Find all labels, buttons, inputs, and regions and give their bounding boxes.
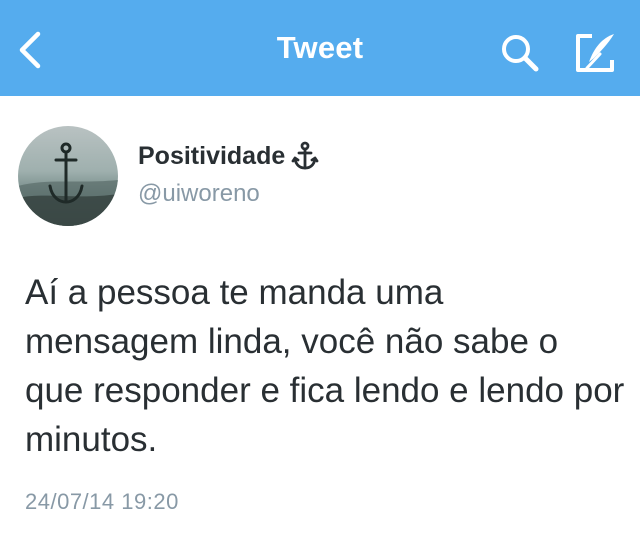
search-icon [502, 35, 539, 72]
search-button[interactable] [496, 30, 546, 76]
avatar[interactable] [18, 126, 118, 226]
tweet-timestamp: 24/07/14 19:20 [25, 489, 179, 514]
tweet-detail: Positividade @uiworeno Aí a pessoa te ma… [0, 96, 640, 540]
top-navigation-bar: Tweet [0, 0, 640, 96]
compose-tweet-button[interactable] [572, 30, 620, 76]
anchor-icon [291, 141, 319, 170]
display-name[interactable]: Positividade [138, 142, 285, 171]
compose-icon [576, 34, 614, 72]
tweet-text: Aí a pessoa te manda uma mensagem linda,… [25, 273, 625, 459]
author-handle[interactable]: @uiworeno [138, 180, 260, 208]
avatar-image [18, 126, 118, 226]
author-name-row[interactable]: Positividade [138, 138, 319, 174]
